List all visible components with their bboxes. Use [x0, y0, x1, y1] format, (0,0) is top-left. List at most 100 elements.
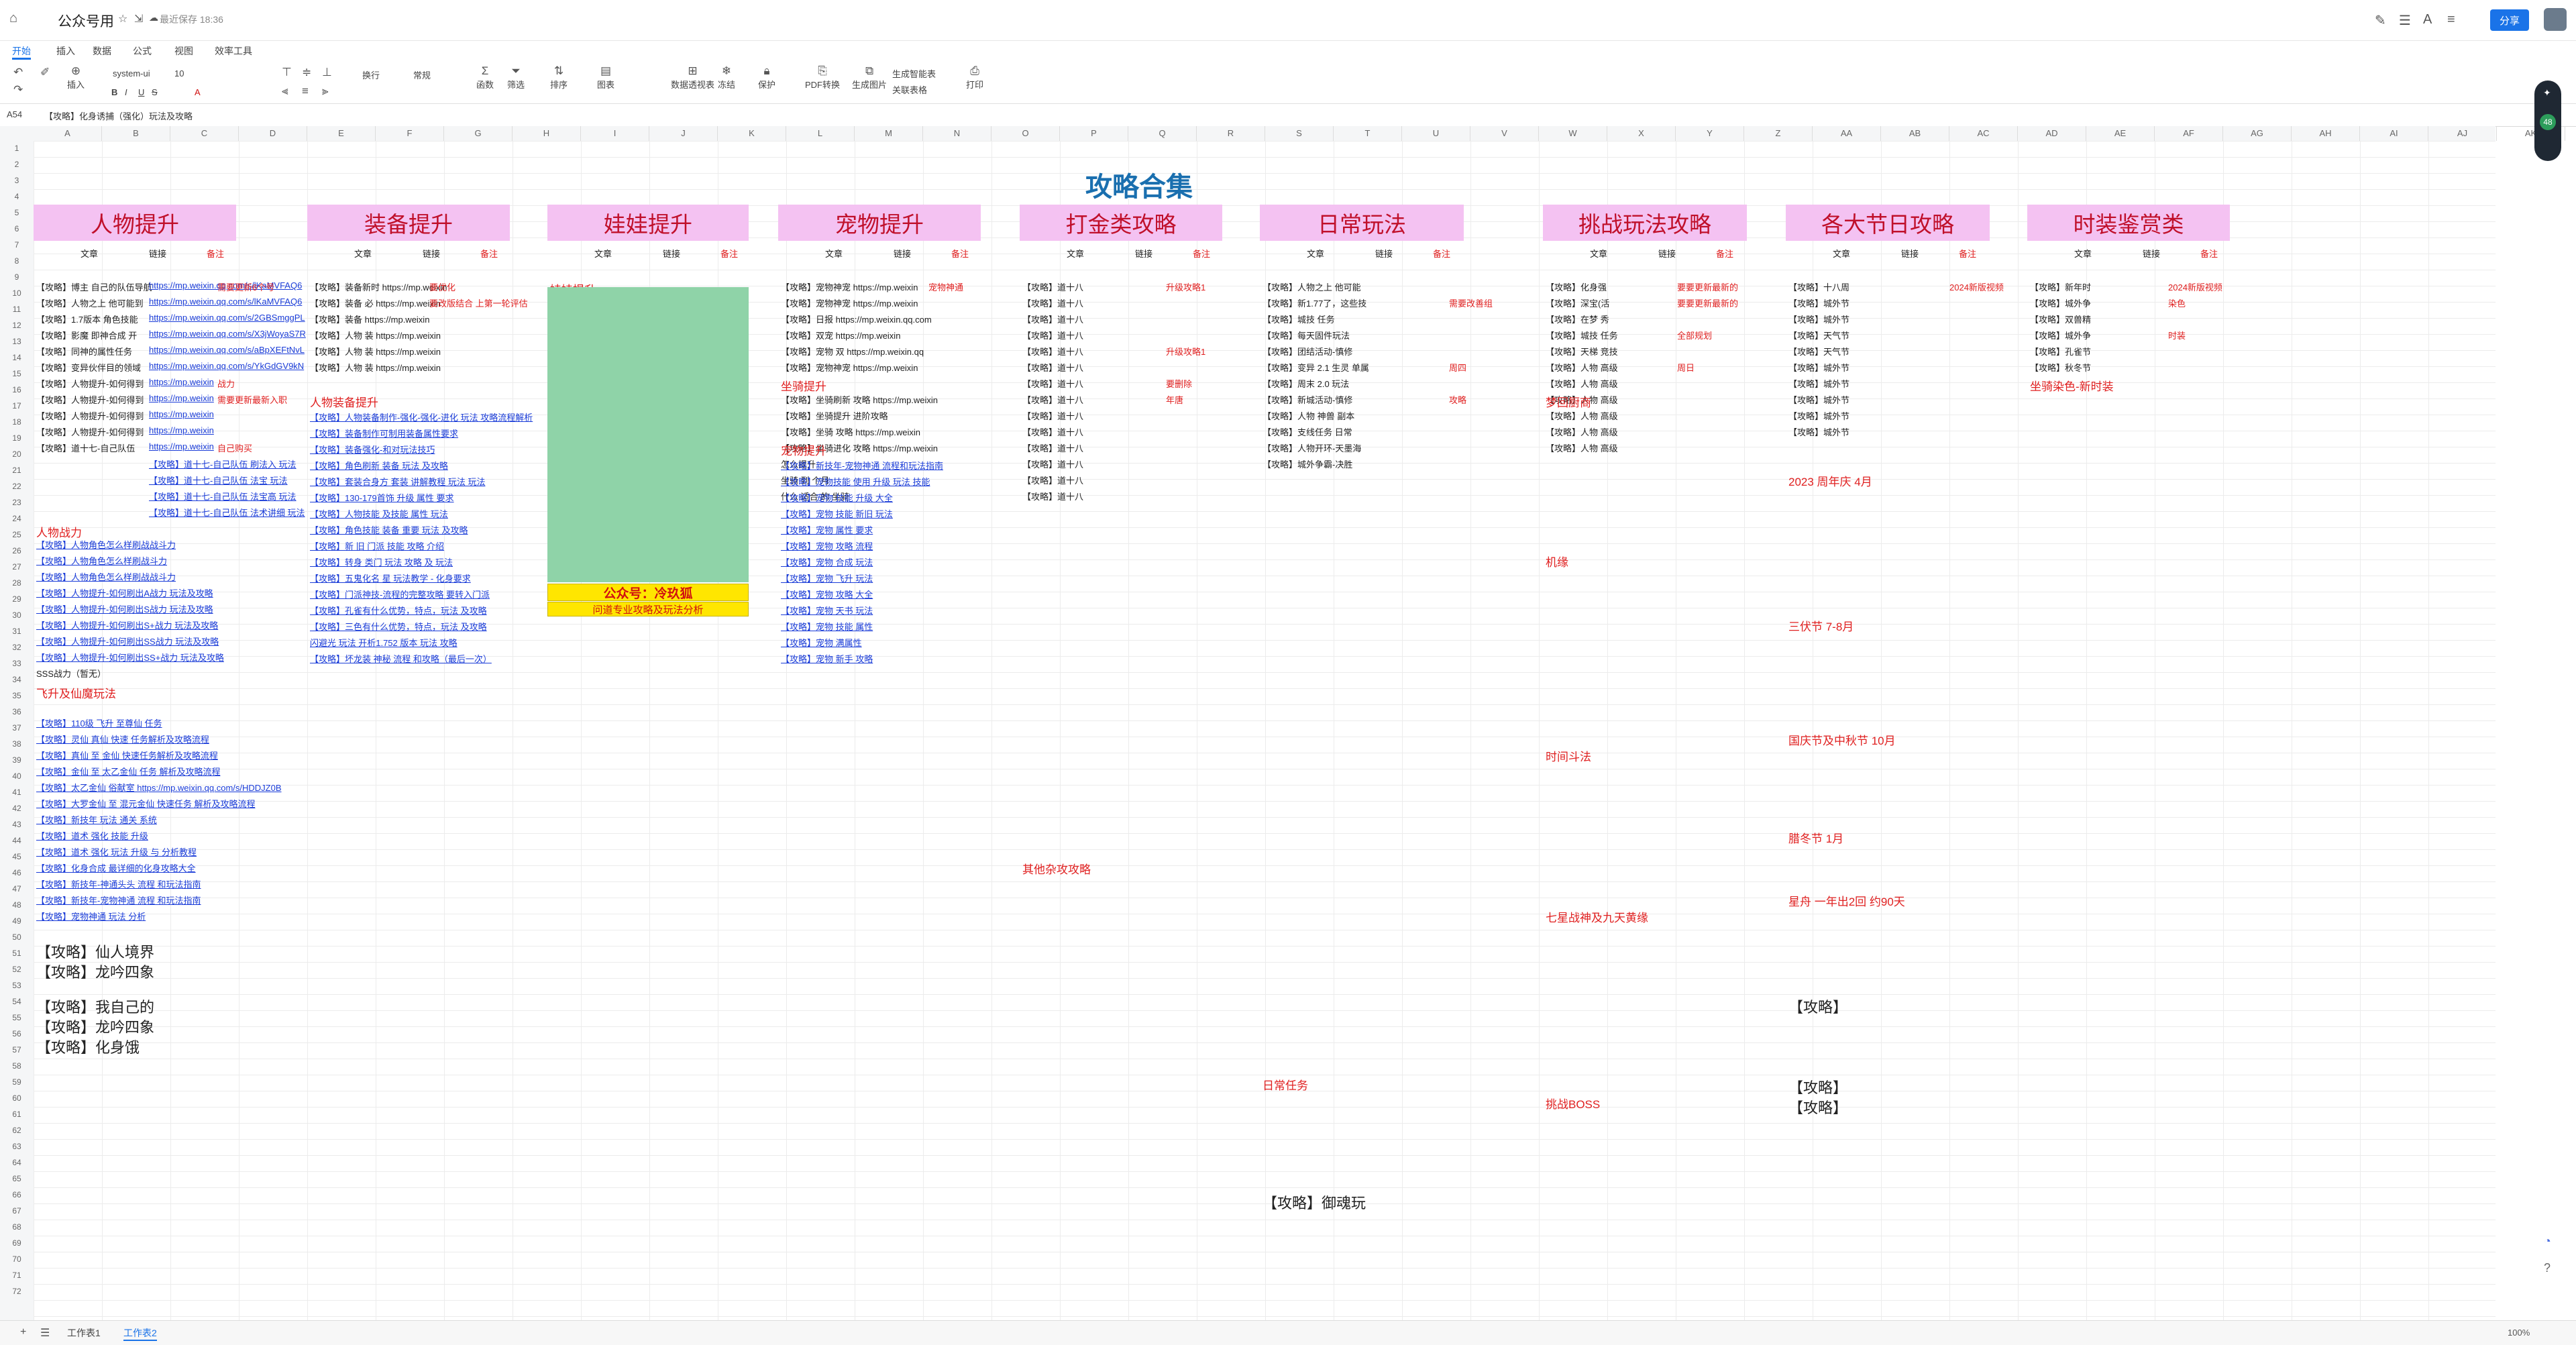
article-link[interactable]: 【攻略】人物角色怎么样刷战斗力	[36, 554, 167, 567]
article-link[interactable]: 【攻略】道术 强化 玩法 升级 与 分析教程	[36, 845, 197, 858]
article-link[interactable]: https://mp.weixin	[149, 409, 214, 419]
article-link[interactable]: 【攻略】坏龙装 神秘 流程 和攻略（最后一次）	[310, 652, 492, 665]
strikethrough-icon[interactable]: S	[152, 87, 158, 97]
article-link[interactable]: 【攻略】三色有什么优势，特点，玩法 及攻略	[310, 620, 487, 633]
font-color-icon[interactable]: A	[195, 87, 201, 97]
align-center-icon[interactable]: ≡	[302, 85, 309, 98]
column-header[interactable]: R	[1197, 126, 1265, 141]
row-header[interactable]: 44	[0, 836, 34, 845]
column-header[interactable]: P	[1060, 126, 1128, 141]
article-link[interactable]: https://mp.weixin.qq.com/s/X3jWoyaS7R	[149, 329, 306, 339]
row-header[interactable]: 11	[0, 305, 34, 314]
article-link[interactable]: 【攻略】新技年-宠物神通 流程 和玩法指南	[36, 894, 201, 906]
row-header[interactable]: 8	[0, 256, 34, 266]
column-header[interactable]: AI	[2360, 126, 2428, 141]
row-header[interactable]: 24	[0, 514, 34, 523]
row-header[interactable]: 45	[0, 852, 34, 861]
article-link[interactable]: 【攻略】人物提升-如何刷出S+战力 玩法及攻略	[36, 618, 218, 631]
category-gold[interactable]: 打金类攻略	[1020, 205, 1222, 241]
assistant-icon[interactable]: ◔	[2544, 1234, 2551, 1248]
row-header[interactable]: 30	[0, 610, 34, 620]
row-header[interactable]: 4	[0, 192, 34, 201]
row-header[interactable]: 42	[0, 804, 34, 813]
row-header[interactable]: 67	[0, 1206, 34, 1216]
column-header[interactable]: Q	[1128, 126, 1197, 141]
row-header[interactable]: 64	[0, 1158, 34, 1167]
row-header[interactable]: 1	[0, 144, 34, 153]
article-link[interactable]: 【攻略】道十七-自己队伍 法术讲细 玩法	[149, 506, 305, 519]
row-header[interactable]: 50	[0, 932, 34, 942]
linked-table-button[interactable]: 关联表格	[892, 83, 927, 96]
row-header[interactable]: 52	[0, 965, 34, 974]
row-header[interactable]: 56	[0, 1029, 34, 1038]
article-link[interactable]: 【攻略】新技年-神通头头 流程 和玩法指南	[36, 877, 201, 890]
column-header[interactable]: G	[444, 126, 513, 141]
column-header[interactable]: F	[376, 126, 444, 141]
article-link[interactable]: 【攻略】大罗金仙 至 混元金仙 快速任务 解析及攻略流程	[36, 797, 255, 810]
row-header[interactable]: 68	[0, 1222, 34, 1232]
article-link[interactable]: 【攻略】道十七-自己队伍 法宝高 玩法	[149, 490, 297, 502]
column-header[interactable]: A	[34, 126, 102, 141]
column-header[interactable]: J	[649, 126, 718, 141]
tab-view[interactable]: 视图	[174, 44, 193, 58]
row-header[interactable]: 25	[0, 530, 34, 539]
article-link[interactable]: 【攻略】道十七-自己队伍 法宝 玩法	[149, 474, 288, 486]
article-link[interactable]: https://mp.weixin.qq.com/s/lKaMVFAQ6	[149, 297, 302, 307]
article-link[interactable]: 【攻略】套装合身方 套装 讲解教程 玩法 玩法	[310, 475, 485, 488]
article-link[interactable]: 【攻略】道十七-自己队伍 刷法入 玩法	[149, 458, 297, 470]
row-header[interactable]: 38	[0, 739, 34, 749]
font-icon[interactable]: A	[2423, 12, 2432, 28]
tab-start[interactable]: 开始	[12, 44, 31, 58]
row-header[interactable]: 43	[0, 820, 34, 829]
category-doll[interactable]: 娃娃提升	[547, 205, 749, 241]
cell-reference[interactable]: A54	[7, 109, 22, 119]
row-header[interactable]: 12	[0, 321, 34, 330]
row-header[interactable]: 51	[0, 949, 34, 958]
column-header[interactable]: N	[923, 126, 991, 141]
column-header[interactable]: E	[307, 126, 376, 141]
filter-button[interactable]: ⏷ 筛选	[507, 64, 525, 91]
row-header[interactable]: 72	[0, 1287, 34, 1296]
article-link[interactable]: 【攻略】宠物 新手 攻略	[781, 652, 873, 665]
row-header[interactable]: 16	[0, 385, 34, 394]
row-header[interactable]: 18	[0, 417, 34, 427]
row-header[interactable]: 63	[0, 1142, 34, 1151]
floating-sidebar[interactable]: ✦ 48	[2534, 80, 2561, 161]
article-link[interactable]: 【攻略】宠物 飞升 玩法	[781, 572, 873, 584]
row-header[interactable]: 6	[0, 224, 34, 233]
freeze-button[interactable]: ❄ 冻结	[718, 64, 735, 91]
row-header[interactable]: 47	[0, 884, 34, 894]
category-fashion[interactable]: 时装鉴赏类	[2027, 205, 2230, 241]
edit-icon[interactable]: ✎	[2375, 12, 2386, 29]
row-header[interactable]: 34	[0, 675, 34, 684]
sort-button[interactable]: ⇅ 排序	[550, 64, 568, 91]
column-header[interactable]: M	[855, 126, 923, 141]
row-header[interactable]: 53	[0, 981, 34, 990]
column-header[interactable]: W	[1539, 126, 1607, 141]
article-link[interactable]: 【攻略】新 旧 门派 技能 攻略 介绍	[310, 539, 444, 552]
article-link[interactable]: 【攻略】装备强化-和对玩法技巧	[310, 443, 435, 455]
row-header[interactable]: 13	[0, 337, 34, 346]
tab-insert[interactable]: 插入	[56, 44, 75, 58]
article-link[interactable]: 【攻略】人物角色怎么样刷战战斗力	[36, 538, 176, 551]
article-link[interactable]: 【攻略】宠物 天书 玩法	[781, 604, 873, 616]
article-link[interactable]: 【攻略】人物技能 及技能 属性 玩法	[310, 507, 448, 520]
article-link[interactable]: https://mp.weixin	[149, 441, 214, 451]
row-header[interactable]: 31	[0, 627, 34, 636]
article-link[interactable]: 【攻略】宠物 攻略 流程	[781, 539, 873, 552]
row-header[interactable]: 10	[0, 288, 34, 298]
article-link[interactable]: https://mp.weixin.qq.com/s/YkGdGV9kN	[149, 361, 304, 371]
add-sheet-icon[interactable]: +	[20, 1326, 26, 1338]
tab-data[interactable]: 数据	[93, 44, 111, 58]
row-header[interactable]: 60	[0, 1093, 34, 1103]
sidebar-icon[interactable]: ✦	[2543, 87, 2551, 99]
row-header[interactable]: 59	[0, 1077, 34, 1087]
row-header[interactable]: 69	[0, 1238, 34, 1248]
format-painter-icon[interactable]: ✐	[40, 66, 50, 79]
column-header[interactable]: AB	[1881, 126, 1949, 141]
article-link[interactable]: 【攻略】新技年-宠物神通 流程和玩法指南	[781, 459, 943, 472]
share-button[interactable]: 分享	[2490, 9, 2529, 31]
article-link[interactable]: 【攻略】宠物 合成 玩法	[781, 555, 873, 568]
article-link[interactable]: 【攻略】化身合成 最详细的化身攻略大全	[36, 861, 196, 874]
article-link[interactable]: 【攻略】金仙 至 太乙金仙 任务 解析及攻略流程	[36, 765, 220, 777]
